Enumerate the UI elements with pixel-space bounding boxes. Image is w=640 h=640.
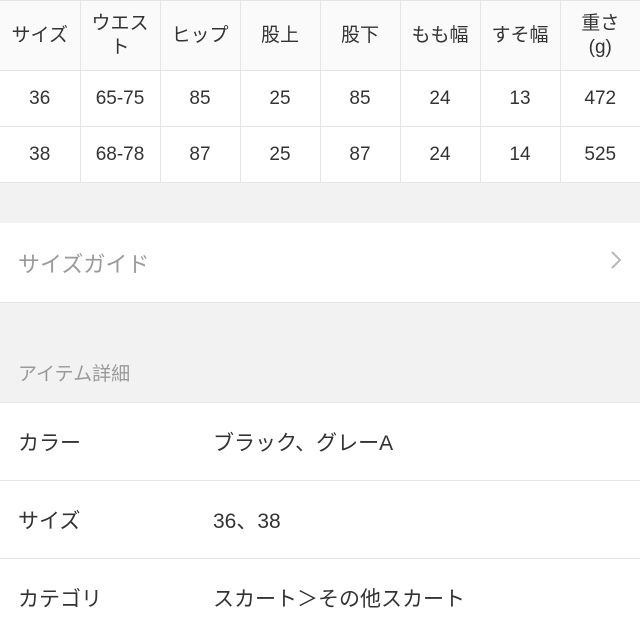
detail-key: カラー xyxy=(18,427,213,457)
cell: 65-75 xyxy=(80,71,160,127)
size-table-row: 38 68-78 87 25 87 24 14 525 xyxy=(0,127,640,183)
cell: 85 xyxy=(320,71,400,127)
detail-row-color: カラー ブラック、グレーA xyxy=(0,402,640,480)
cell: 68-78 xyxy=(80,127,160,183)
cell: 85 xyxy=(160,71,240,127)
col-waist: ウエス ト xyxy=(80,1,160,71)
detail-key: カテゴリ xyxy=(18,583,213,613)
col-weight: 重さ (g) xyxy=(560,1,640,71)
cell: 13 xyxy=(480,71,560,127)
size-table-row: 36 65-75 85 25 85 24 13 472 xyxy=(0,71,640,127)
col-hem: すそ幅 xyxy=(480,1,560,71)
col-thigh: もも幅 xyxy=(400,1,480,71)
chevron-right-icon xyxy=(610,250,622,276)
detail-val: 36、38 xyxy=(213,505,281,535)
cell: 38 xyxy=(0,127,80,183)
cell: 24 xyxy=(400,71,480,127)
col-rise: 股上 xyxy=(240,1,320,71)
detail-val: ブラック、グレーA xyxy=(213,427,393,457)
cell: 87 xyxy=(320,127,400,183)
cell: 14 xyxy=(480,127,560,183)
spacer xyxy=(0,303,640,339)
detail-val: スカート＞その他スカート xyxy=(213,583,465,613)
col-inseam: 股下 xyxy=(320,1,400,71)
size-guide-link[interactable]: サイズガイド xyxy=(0,223,640,303)
col-hip: ヒップ xyxy=(160,1,240,71)
size-table-header-row: サイズ ウエス ト ヒップ 股上 股下 もも幅 すそ幅 重さ (g) xyxy=(0,1,640,71)
cell: 87 xyxy=(160,127,240,183)
detail-row-category[interactable]: カテゴリ スカート＞その他スカート xyxy=(0,558,640,636)
size-guide-label: サイズガイド xyxy=(18,247,149,279)
cell: 24 xyxy=(400,127,480,183)
cell: 472 xyxy=(560,71,640,127)
cell: 36 xyxy=(0,71,80,127)
detail-key: サイズ xyxy=(18,505,213,535)
cell: 525 xyxy=(560,127,640,183)
item-details-header: アイテム詳細 xyxy=(0,339,640,402)
col-size: サイズ xyxy=(0,1,80,71)
cell: 25 xyxy=(240,127,320,183)
size-table: サイズ ウエス ト ヒップ 股上 股下 もも幅 すそ幅 重さ (g) 36 65… xyxy=(0,0,640,183)
cell: 25 xyxy=(240,71,320,127)
spacer xyxy=(0,183,640,223)
detail-row-size: サイズ 36、38 xyxy=(0,480,640,558)
